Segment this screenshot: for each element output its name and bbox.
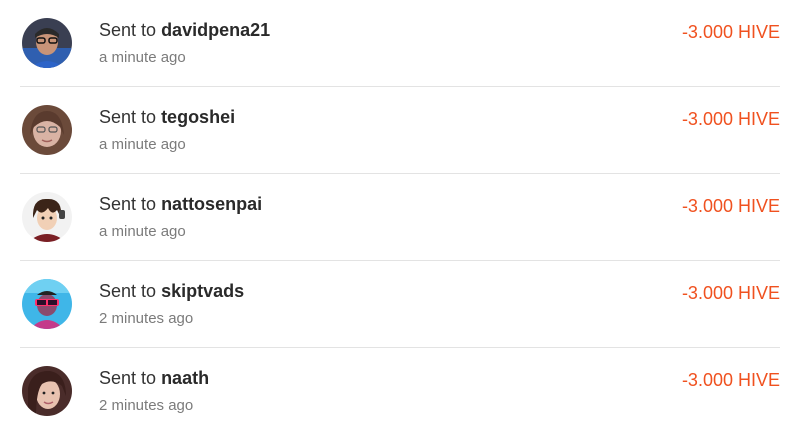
avatar[interactable] — [22, 279, 72, 329]
transaction-prefix: Sent to — [99, 194, 157, 214]
transaction-time: a minute ago — [99, 49, 186, 66]
transaction-row[interactable]: Sent to skiptvads 2 minutes ago -3.000 H… — [0, 261, 780, 348]
avatar[interactable] — [22, 192, 72, 242]
transaction-time: a minute ago — [99, 223, 186, 240]
transaction-prefix: Sent to — [99, 368, 157, 388]
avatar-tegoshei-icon — [22, 105, 72, 155]
transaction-row[interactable]: Sent to nattosenpai a minute ago -3.000 … — [0, 174, 780, 261]
transaction-amount: -3.000 HIVE — [681, 22, 780, 42]
transaction-prefix: Sent to — [99, 281, 157, 301]
recipient-username[interactable]: davidpena21 — [161, 20, 270, 40]
transaction-description: Sent to naath — [99, 368, 209, 389]
transaction-time: a minute ago — [99, 136, 186, 153]
avatar[interactable] — [22, 366, 72, 416]
transaction-row[interactable]: Sent to davidpena21 a minute ago -3.000 … — [0, 0, 780, 87]
transaction-amount: -3.000 HIVE — [681, 370, 780, 390]
avatar[interactable] — [22, 105, 72, 155]
recipient-username[interactable]: tegoshei — [161, 107, 235, 127]
transaction-description: Sent to skiptvads — [99, 281, 244, 302]
transaction-time: 2 minutes ago — [99, 397, 194, 414]
avatar-naath-icon — [22, 366, 72, 416]
transaction-row[interactable]: Sent to tegoshei a minute ago -3.000 HIV… — [0, 87, 780, 174]
recipient-username[interactable]: nattosenpai — [161, 194, 262, 214]
transaction-list: Sent to davidpena21 a minute ago -3.000 … — [0, 0, 800, 435]
recipient-username[interactable]: skiptvads — [161, 281, 244, 301]
transaction-prefix: Sent to — [99, 20, 157, 40]
transaction-time: 2 minutes ago — [99, 310, 194, 327]
avatar-davidpena21-icon — [22, 18, 72, 68]
transaction-description: Sent to tegoshei — [99, 107, 235, 128]
transaction-amount: -3.000 HIVE — [681, 109, 780, 129]
transaction-amount: -3.000 HIVE — [681, 283, 780, 303]
transaction-description: Sent to nattosenpai — [99, 194, 262, 215]
avatar-skiptvads-icon — [22, 279, 72, 329]
transaction-prefix: Sent to — [99, 107, 157, 127]
recipient-username[interactable]: naath — [161, 368, 209, 388]
transaction-row[interactable]: Sent to naath 2 minutes ago -3.000 HIVE — [0, 348, 780, 435]
avatar[interactable] — [22, 18, 72, 68]
avatar-nattosenpai-icon — [22, 192, 72, 242]
transaction-amount: -3.000 HIVE — [681, 196, 780, 216]
transaction-description: Sent to davidpena21 — [99, 20, 270, 41]
